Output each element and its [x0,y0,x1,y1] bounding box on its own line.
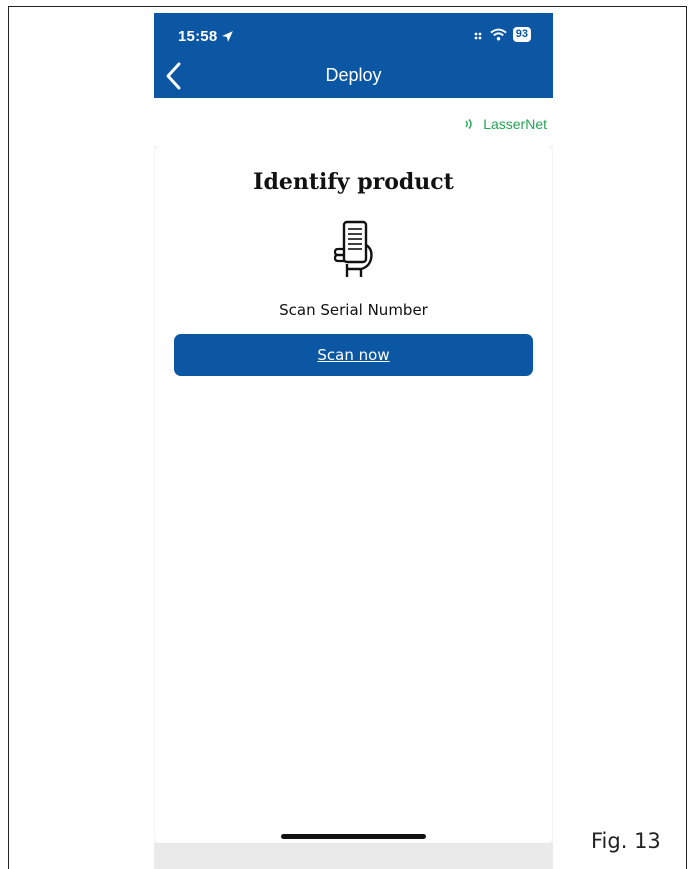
bottom-safe-area [154,843,553,869]
identify-product-card: Identify product Scan Serial Number Scan… [155,146,552,843]
status-time: 15:58 [178,28,234,45]
location-arrow-icon [222,31,234,42]
signal-icon [474,32,482,39]
figure-caption: Fig. 13 [591,829,661,853]
wifi-icon [490,28,507,41]
status-icons: 93 [474,27,531,42]
page-title: Deploy [325,65,382,85]
connection-status: LasserNet [464,116,547,132]
battery-icon: 93 [512,27,531,42]
nfc-icon [465,119,472,129]
status-time-text: 15:58 [178,28,218,45]
scan-serial-label: Scan Serial Number [279,301,428,319]
scan-now-button[interactable]: Scan now [174,334,533,376]
phone-screen: 15:58 93 Deploy LasserNet Identify produ… [154,13,553,869]
app-header: 15:58 93 Deploy [154,13,553,98]
home-indicator[interactable] [281,834,426,839]
hand-phone-icon [333,220,373,277]
connection-bar: LasserNet [154,98,553,146]
card-title: Identify product [253,169,454,195]
connection-label: LasserNet [483,116,547,132]
